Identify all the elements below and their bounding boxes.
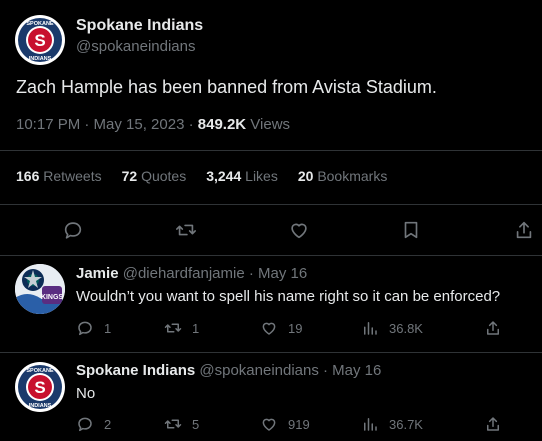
spokane-logo-icon: S SPOKANE INDIANS: [16, 16, 64, 64]
tweet-time[interactable]: 10:17 PM · May 15, 2023 ·: [16, 116, 198, 133]
like-button[interactable]: 919: [260, 415, 310, 433]
reply-header: Jamie @diehardfanjamie · May 16: [76, 265, 307, 282]
retweets-stat[interactable]: 166 Retweets: [16, 168, 102, 184]
reply-author-meta[interactable]: @diehardfanjamie · May 16: [123, 265, 307, 282]
share-icon: [516, 221, 532, 239]
likes-stat[interactable]: 3,244 Likes: [206, 168, 278, 184]
tweet-text: Zach Hample has been banned from Avista …: [16, 77, 437, 97]
reply-button[interactable]: [61, 218, 85, 242]
share-button[interactable]: [512, 218, 536, 242]
spokane-logo-icon: S SPOKANE INDIANS: [16, 363, 64, 411]
author-name[interactable]: Spokane Indians: [76, 17, 203, 35]
views-label: Views: [246, 116, 291, 133]
like-button[interactable]: [287, 218, 311, 242]
tweet-action-bar: [0, 212, 542, 248]
svg-text:SPOKANE: SPOKANE: [26, 21, 54, 27]
svg-text:INDIANS: INDIANS: [29, 403, 52, 409]
share-icon: [487, 417, 499, 431]
retweet-icon: [176, 224, 196, 236]
tweet-meta: 10:17 PM · May 15, 2023 · 849.2K Views: [16, 116, 290, 133]
retweet-button[interactable]: [174, 218, 198, 242]
reply-icon: [78, 417, 92, 432]
reply-avatar[interactable]: KINGS: [15, 264, 65, 314]
mariners-kings-avatar-icon: KINGS: [15, 264, 65, 314]
reply-button[interactable]: 2: [76, 415, 111, 433]
share-button[interactable]: [484, 415, 502, 433]
divider: [0, 150, 542, 151]
reply-action-bar: 1 1 19 36.8K: [76, 319, 516, 343]
bookmarks-stat[interactable]: 20 Bookmarks: [298, 168, 388, 184]
reply-text: No: [76, 385, 96, 402]
reply-author-meta[interactable]: @spokaneindians · May 16: [199, 362, 381, 379]
retweet-icon: [164, 419, 182, 429]
reply-action-bar: 2 5 919 36.7K: [76, 415, 516, 439]
quotes-stat[interactable]: 72 Quotes: [122, 168, 187, 184]
reply-icon: [64, 222, 82, 239]
reply-icon: [78, 321, 92, 336]
views-icon: [364, 322, 377, 335]
svg-text:SPOKANE: SPOKANE: [26, 368, 54, 374]
author-avatar[interactable]: S SPOKANE INDIANS: [15, 15, 65, 65]
like-count: 919: [288, 416, 310, 432]
reply-count: 2: [104, 416, 112, 432]
views-button[interactable]: 36.7K: [361, 415, 423, 433]
like-button[interactable]: 19: [260, 319, 302, 337]
like-icon: [262, 322, 276, 335]
divider: [0, 255, 542, 256]
author-handle[interactable]: @spokaneindians: [76, 38, 195, 55]
reply-author-name[interactable]: Jamie: [76, 265, 119, 282]
views-count: 849.2K: [197, 116, 247, 133]
views-count: 36.8K: [389, 320, 423, 336]
reply-button[interactable]: 1: [76, 319, 111, 337]
svg-text:INDIANS: INDIANS: [29, 56, 52, 62]
bookmark-button[interactable]: [399, 218, 423, 242]
svg-text:S: S: [34, 378, 45, 397]
svg-text:KINGS: KINGS: [41, 294, 64, 301]
like-icon: [262, 418, 276, 431]
like-icon: [291, 223, 307, 239]
retweet-icon: [164, 323, 182, 333]
views-button[interactable]: 36.8K: [361, 319, 423, 337]
svg-text:S: S: [34, 31, 45, 50]
retweet-count: 5: [192, 416, 200, 432]
like-count: 19: [288, 320, 303, 336]
views-icon: [364, 418, 377, 431]
tweet-stats: 166 Retweets 72 Quotes 3,244 Likes 20 Bo…: [16, 168, 387, 184]
reply-avatar[interactable]: S SPOKANE INDIANS: [15, 362, 65, 412]
share-icon: [487, 321, 499, 335]
reply-header: Spokane Indians @spokaneindians · May 16: [76, 362, 381, 379]
retweet-count: 1: [192, 320, 200, 336]
divider: [0, 204, 542, 205]
share-button[interactable]: [484, 319, 502, 337]
divider: [0, 352, 542, 353]
views-count: 36.7K: [389, 416, 423, 432]
reply-text: Wouldn’t you want to spell his name righ…: [76, 288, 501, 305]
reply-author-name[interactable]: Spokane Indians: [76, 362, 195, 379]
retweet-button[interactable]: 5: [164, 415, 199, 433]
retweet-button[interactable]: 1: [164, 319, 199, 337]
bookmark-icon: [404, 221, 418, 239]
reply-count: 1: [104, 320, 112, 336]
